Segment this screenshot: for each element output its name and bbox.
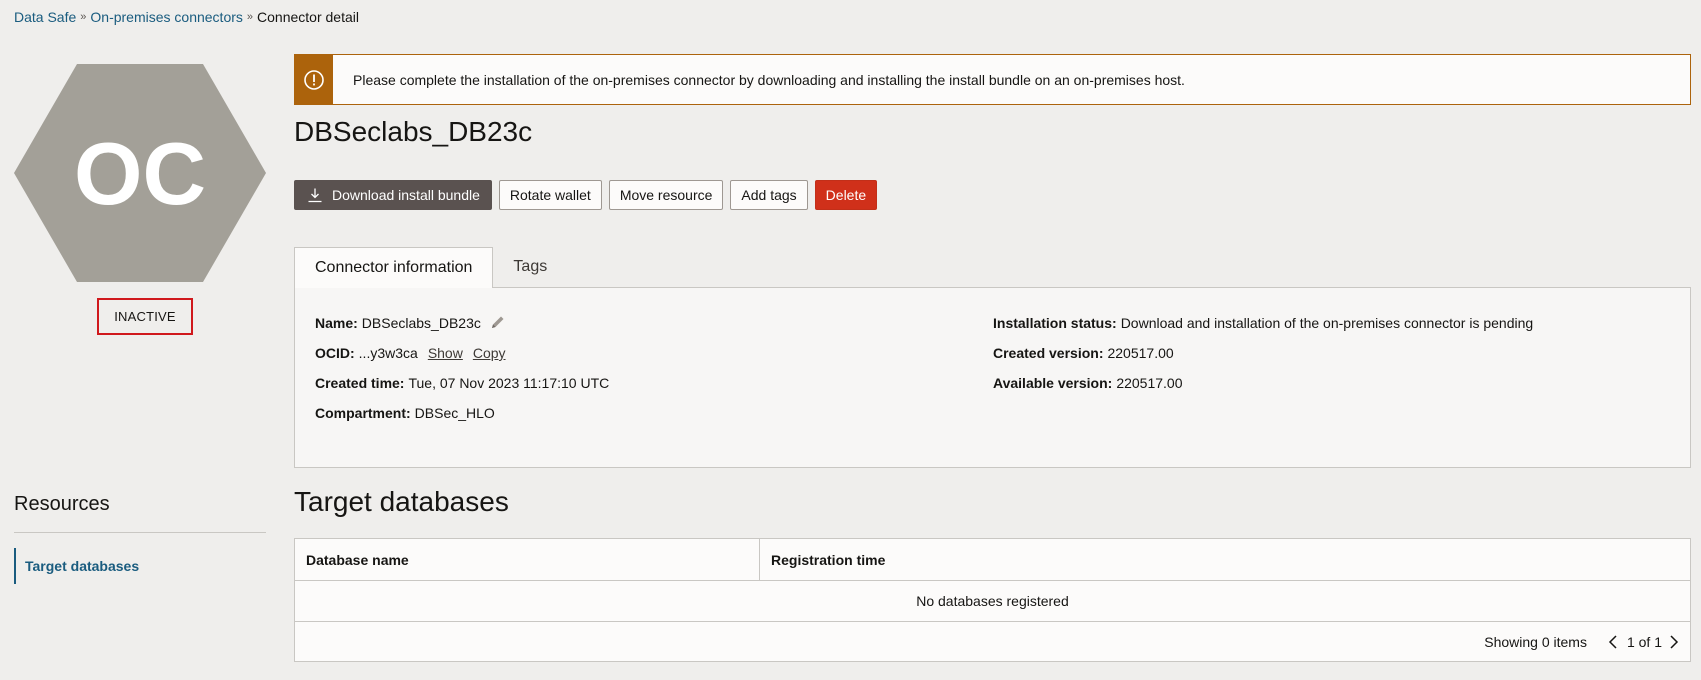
previous-page-chevron-left-icon[interactable] [1607,634,1619,650]
compartment-label: Compartment: [315,405,411,421]
created-version-value: 220517.00 [1107,345,1174,361]
next-page-chevron-right-icon[interactable] [1668,634,1680,650]
info-row-compartment: Compartment: DBSec_HLO [315,405,609,435]
info-row-available-version: Available version: 220517.00 [993,375,1533,405]
target-databases-table: Database name Registration time No datab… [294,538,1691,662]
column-header-registration-time[interactable]: Registration time [760,539,1690,580]
column-header-database-name[interactable]: Database name [295,539,760,580]
available-version-value: 220517.00 [1116,375,1183,391]
ocid-label: OCID: [315,345,355,361]
resources-heading: Resources [14,493,110,515]
installation-status-value: Download and installation of the on-prem… [1120,315,1534,331]
resources-item-label: Target databases [25,558,140,574]
resources-item-target-databases[interactable]: Target databases [14,548,266,584]
info-row-name: Name: DBSeclabs_DB23c [315,315,609,345]
download-install-bundle-label: Download install bundle [332,187,480,203]
delete-button[interactable]: Delete [814,180,878,210]
target-databases-heading: Target databases [294,486,509,517]
page-title: DBSeclabs_DB23c [294,116,533,147]
breadcrumb-separator-icon: » [246,11,254,23]
avatar-initials: OC [74,124,206,223]
tab-tags[interactable]: Tags [493,247,567,287]
connector-information-panel: Name: DBSeclabs_DB23c OCID: ...y3w3ca Sh… [294,287,1691,468]
move-resource-button[interactable]: Move resource [608,180,724,210]
info-column-left: Name: DBSeclabs_DB23c OCID: ...y3w3ca Sh… [315,315,609,435]
info-row-created-version: Created version: 220517.00 [993,345,1533,375]
available-version-label: Available version: [993,375,1113,391]
avatar: OC [14,64,266,282]
table-footer: Showing 0 items 1 of 1 [295,622,1690,661]
warning-circle-icon [304,69,324,90]
name-value: DBSeclabs_DB23c [361,315,481,331]
ocid-copy-link[interactable]: Copy [473,345,506,361]
detail-tabs: Connector information Tags [294,247,567,288]
breadcrumb: Data Safe » On-premises connectors » Con… [14,9,359,25]
alert-icon-box [295,55,333,104]
tab-connector-information[interactable]: Connector information [294,247,494,288]
info-row-created-time: Created time: Tue, 07 Nov 2023 11:17:10 … [315,375,609,405]
warning-alert: Please complete the installation of the … [294,54,1691,105]
ocid-value: ...y3w3ca [358,345,418,361]
breadcrumb-current: Connector detail [257,9,359,25]
created-time-label: Created time: [315,375,405,391]
breadcrumb-on-premises-connectors-link[interactable]: On-premises connectors [90,9,243,25]
status-badge: INACTIVE [97,298,193,335]
breadcrumb-data-safe-link[interactable]: Data Safe [14,9,76,25]
download-icon [307,187,323,203]
table-empty-message: No databases registered [295,581,1690,622]
created-time-value: Tue, 07 Nov 2023 11:17:10 UTC [408,375,610,391]
download-install-bundle-button[interactable]: Download install bundle [294,180,492,210]
compartment-value: DBSec_HLO [414,405,495,421]
resources-divider [14,532,266,533]
status-label: INACTIVE [114,309,176,324]
action-toolbar: Download install bundle Rotate wallet Mo… [294,180,878,210]
info-column-right: Installation status: Download and instal… [993,315,1533,405]
created-version-label: Created version: [993,345,1104,361]
edit-pencil-icon[interactable] [490,314,506,330]
table-header: Database name Registration time [295,539,1690,581]
pagination-label: 1 of 1 [1626,633,1662,650]
alert-message: Please complete the installation of the … [353,71,1185,88]
breadcrumb-separator-icon: » [80,11,87,23]
rotate-wallet-button[interactable]: Rotate wallet [498,180,602,210]
info-row-ocid: OCID: ...y3w3ca Show Copy [315,345,609,375]
ocid-show-link[interactable]: Show [428,345,463,361]
add-tags-button[interactable]: Add tags [730,180,808,210]
name-label: Name: [315,315,358,331]
installation-status-label: Installation status: [993,315,1117,331]
items-count: Showing 0 items [1484,633,1587,650]
info-row-installation-status: Installation status: Download and instal… [993,315,1533,345]
